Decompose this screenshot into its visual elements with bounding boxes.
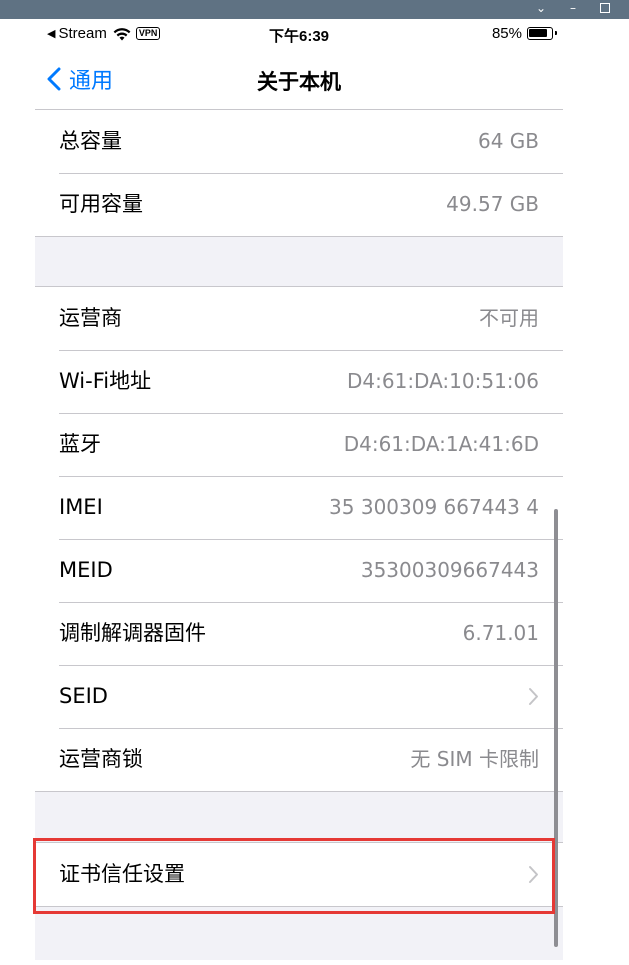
battery-percent: 85% <box>491 25 522 42</box>
chevron-right-icon <box>529 688 538 705</box>
list-item-wifi-address: Wi-Fi地址 D4:61:DA:10:51:06 <box>35 350 563 413</box>
row-label: SEID <box>59 684 108 708</box>
status-bar: ◀ Stream VPN 下午6:39 85% <box>35 19 563 51</box>
list-item-meid: MEID 35300309667443 <box>35 539 563 602</box>
row-label: MEID <box>59 558 113 582</box>
storage-group: 总容量 64 GB 可用容量 49.57 GB <box>35 110 563 237</box>
row-value: 不可用 <box>479 306 539 330</box>
list-item-imei: IMEI 35 300309 667443 4 <box>35 476 563 539</box>
row-value: D4:61:DA:10:51:06 <box>347 369 539 393</box>
status-bar-right: 85% <box>491 25 557 42</box>
row-value: 64 GB <box>477 129 539 153</box>
battery-icon <box>527 27 557 40</box>
chevron-down-icon[interactable]: ⌄ <box>530 0 552 19</box>
row-label: IMEI <box>59 495 103 519</box>
row-label: 可用容量 <box>59 192 143 216</box>
list-item-total-capacity: 总容量 64 GB <box>35 110 563 173</box>
row-label: 运营商锁 <box>59 747 143 771</box>
highlight-annotation-box <box>33 838 555 914</box>
row-label: 调制解调器固件 <box>59 621 206 645</box>
maximize-icon[interactable] <box>600 3 610 13</box>
window-title-bar: ⌄ – <box>0 0 629 19</box>
list-item-seid[interactable]: SEID <box>35 665 563 728</box>
network-info-group: 运营商 不可用 Wi-Fi地址 D4:61:DA:10:51:06 蓝牙 D4:… <box>35 286 563 792</box>
list-item-carrier-lock: 运营商锁 无 SIM 卡限制 <box>35 728 563 791</box>
row-value: 6.71.01 <box>462 621 539 645</box>
page-title: 关于本机 <box>257 70 341 94</box>
list-item-carrier: 运营商 不可用 <box>35 287 563 350</box>
row-label: 总容量 <box>59 129 122 153</box>
row-label: Wi-Fi地址 <box>59 369 152 393</box>
row-label: 蓝牙 <box>59 432 101 456</box>
row-value: D4:61:DA:1A:41:6D <box>343 432 539 456</box>
list-item-available-capacity: 可用容量 49.57 GB <box>35 173 563 236</box>
row-value: 无 SIM 卡限制 <box>410 747 539 771</box>
row-label: 运营商 <box>59 306 122 330</box>
phone-screen: ◀ Stream VPN 下午6:39 85% 通用 关于本机 总容量 64 G… <box>35 19 563 960</box>
row-value: 35300309667443 <box>360 558 539 582</box>
list-item-bluetooth: 蓝牙 D4:61:DA:1A:41:6D <box>35 413 563 476</box>
status-time: 下午6:39 <box>268 28 330 45</box>
row-value: 49.57 GB <box>446 192 539 216</box>
row-value: 35 300309 667443 4 <box>329 495 539 519</box>
navigation-bar: 通用 关于本机 <box>35 51 563 110</box>
minimize-icon[interactable]: – <box>562 0 584 19</box>
list-item-modem-firmware: 调制解调器固件 6.71.01 <box>35 602 563 665</box>
